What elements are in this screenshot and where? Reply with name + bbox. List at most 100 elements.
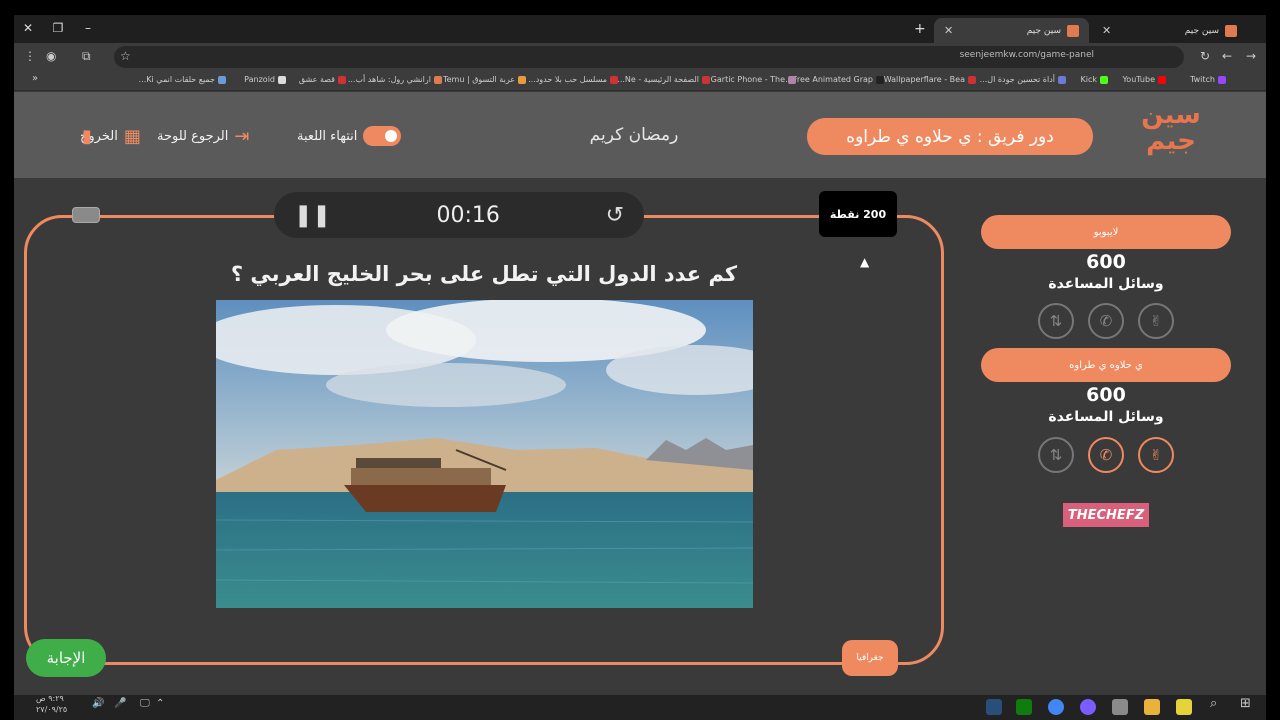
chrome-icon[interactable] xyxy=(1048,699,1064,715)
bookmark-star-icon[interactable]: ☆ xyxy=(120,49,131,63)
bookmark-icon xyxy=(278,75,286,84)
app-icon[interactable] xyxy=(1080,699,1096,715)
taskbar: ٩:٢٩ ص ٢٧/٠٩/٢٥ 🔊 🎤 🖵 ⌃ ⌕ ⊞ xyxy=(14,694,1266,720)
two-answers-help-icon[interactable]: ✌ xyxy=(1138,437,1174,473)
browser-window: ✕ ❐ – + سين جيم ✕ سين جيم ✕ ⋮ ◉ ⧉ ☆ seen… xyxy=(14,15,1266,695)
team-2-helps-label: وسائل المساعدة xyxy=(1048,409,1164,425)
twitch-icon xyxy=(1218,75,1226,84)
restore-window-icon[interactable]: ❐ xyxy=(50,21,66,35)
site-favicon-icon xyxy=(1067,24,1079,37)
folder-icon[interactable] xyxy=(1144,699,1160,715)
exit-door-icon[interactable]: ▮ xyxy=(82,126,92,147)
bookmark-item[interactable]: Wallpaperflare - Bea... xyxy=(876,75,976,84)
bookmark-item[interactable]: Twitch xyxy=(1190,75,1226,84)
start-icon[interactable]: ⊞ xyxy=(1240,696,1251,711)
close-tab-icon[interactable]: ✕ xyxy=(944,24,953,37)
question-image xyxy=(216,300,753,608)
steam-icon[interactable] xyxy=(986,699,1002,715)
bookmark-icon xyxy=(702,75,710,84)
mic-icon[interactable]: 🎤 xyxy=(114,698,126,709)
bookmark-item[interactable]: ارانشي رول: شاهد أب... xyxy=(348,75,442,84)
search-icon[interactable]: ⌕ xyxy=(1210,696,1217,711)
minimize-window-icon[interactable]: – xyxy=(80,21,96,35)
phone-help-icon[interactable]: ✆ xyxy=(1088,303,1124,339)
taskbar-time: ٩:٢٩ ص xyxy=(36,694,64,703)
bookmarks-bar: Twitch YouTube Kick أداة تحسين جودة ال..… xyxy=(14,71,1266,91)
game-header: سين جيم دور فريق : ي حلاوه ي طراوه رمضان… xyxy=(14,92,1266,178)
bookmark-item[interactable]: الصفحة الرئيسية - Ne... xyxy=(617,75,710,84)
category-badge: جغرافيا xyxy=(842,640,898,676)
bookmark-icon xyxy=(610,75,618,84)
game-logo: سين جيم xyxy=(1141,100,1201,156)
close-tab-icon[interactable]: ✕ xyxy=(1102,24,1111,37)
bookmark-icon xyxy=(218,75,226,84)
bookmark-item[interactable]: Panzoid xyxy=(244,75,286,84)
tray-arrow-icon[interactable]: ⌃ xyxy=(156,698,164,709)
pause-icon[interactable]: ❚❚ xyxy=(294,203,331,228)
tab-title: سين جيم xyxy=(1026,25,1061,36)
reload-icon[interactable]: ↻ xyxy=(1200,49,1210,63)
points-badge: 200 نقطة xyxy=(819,191,897,237)
address-bar: ⋮ ◉ ⧉ ☆ seenjeemkw.com/game-panel ↻ ← → xyxy=(14,43,1266,71)
timer-bar: ❚❚ 00:16 ↺ xyxy=(274,192,644,238)
youtube-icon xyxy=(1158,75,1166,84)
tab-bar: ✕ ❐ – + سين جيم ✕ سين جيم ✕ xyxy=(14,15,1266,43)
keyboard-icon[interactable] xyxy=(72,207,100,223)
tab-title: سين جيم xyxy=(1184,25,1219,36)
mouse-cursor-icon: ▲ xyxy=(860,255,870,269)
taskbar-date: ٢٧/٠٩/٢٥ xyxy=(36,705,68,714)
store-icon[interactable] xyxy=(1112,699,1128,715)
menu-icon[interactable]: ⋮ xyxy=(24,49,36,63)
bookmark-icon xyxy=(434,75,442,84)
bookmark-item[interactable]: أداة تحسين جودة ال... xyxy=(980,75,1066,84)
bookmark-icon xyxy=(518,75,526,84)
extensions-icon[interactable]: ⧉ xyxy=(82,49,91,64)
sponsor-logo: THE​CHEFZ xyxy=(1063,503,1149,527)
back-icon[interactable]: ← xyxy=(1222,49,1232,63)
kick-icon xyxy=(1100,75,1108,84)
bookmark-item[interactable]: Kick xyxy=(1081,75,1108,84)
profile-icon[interactable]: ◉ xyxy=(46,49,56,63)
close-window-icon[interactable]: ✕ xyxy=(20,21,36,35)
phone-help-icon[interactable]: ✆ xyxy=(1088,437,1124,473)
tab-active[interactable]: سين جيم ✕ xyxy=(934,18,1089,43)
team-2-score: 600 xyxy=(1086,384,1126,406)
reset-timer-icon[interactable]: ↺ xyxy=(606,203,624,228)
volume-icon[interactable]: 🔊 xyxy=(92,698,104,709)
answer-button[interactable]: الإجابة xyxy=(26,639,106,677)
url-text: seenjeemkw.com/game-panel xyxy=(959,50,1094,60)
toggle-icon[interactable] xyxy=(363,126,402,146)
bookmark-item[interactable]: Gartic Phone - The... xyxy=(703,75,796,84)
turn-indicator: دور فريق : ي حلاوه ي طراوه xyxy=(807,118,1093,155)
bookmark-item[interactable]: عربة التسوق | Temu xyxy=(443,75,526,84)
bookmark-item[interactable]: جميع حلقات انمي Ki... xyxy=(139,75,226,84)
forward-icon[interactable]: → xyxy=(1246,49,1256,63)
end-game-button[interactable]: انتهاء اللعبة xyxy=(297,126,402,146)
more-bookmarks-icon[interactable]: » xyxy=(32,73,38,84)
two-answers-help-icon[interactable]: ✌ xyxy=(1138,303,1174,339)
swap-help-icon[interactable]: ⇅ xyxy=(1038,303,1074,339)
bookmark-item[interactable]: YouTube xyxy=(1122,75,1166,84)
bookmark-icon xyxy=(788,75,796,84)
timer-display: 00:16 xyxy=(436,202,500,228)
team-1-helps-label: وسائل المساعدة xyxy=(1048,276,1164,292)
omnibox[interactable]: ☆ seenjeemkw.com/game-panel xyxy=(114,46,1184,68)
new-tab-icon[interactable]: + xyxy=(914,21,926,37)
bookmark-item[interactable]: مسلسل حب بلا حدود... xyxy=(528,75,618,84)
notes-icon[interactable] xyxy=(1176,699,1192,715)
bookmark-item[interactable]: قصة عشق xyxy=(299,75,346,84)
bookmark-icon xyxy=(876,75,884,84)
bookmark-icon xyxy=(968,75,976,84)
question-text: كم عدد الدول التي تطل على بحر الخليج الع… xyxy=(230,262,738,286)
swap-help-icon[interactable]: ⇅ xyxy=(1038,437,1074,473)
game-title: رمضان كريم xyxy=(589,125,679,145)
team-1-name: لايبوبو xyxy=(981,215,1231,249)
xbox-icon[interactable] xyxy=(1016,699,1032,715)
site-favicon-icon xyxy=(1225,24,1237,37)
network-icon[interactable]: 🖵 xyxy=(140,698,150,709)
bookmark-icon xyxy=(1058,75,1066,84)
tab-inactive[interactable]: سين جيم ✕ xyxy=(1092,18,1247,43)
back-to-board-button[interactable]: ⇥ الرجوع للوحة xyxy=(157,126,249,147)
team-2-name: ي حلاوه ي طراوه xyxy=(981,348,1231,382)
bookmark-item[interactable]: Free Animated Grap... xyxy=(785,75,884,84)
